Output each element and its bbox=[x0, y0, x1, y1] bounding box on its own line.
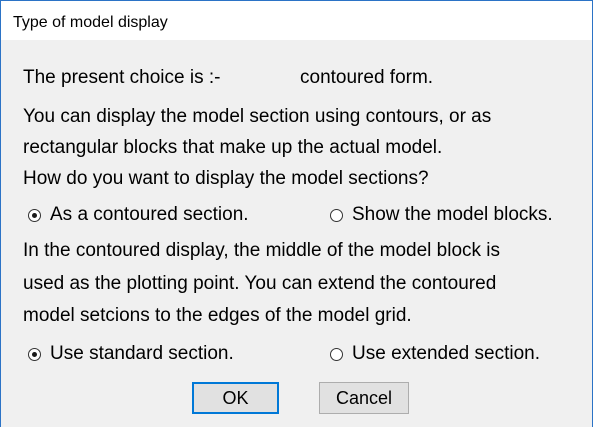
radio-extended-section[interactable]: Use extended section. bbox=[330, 343, 540, 365]
radio-standard-section[interactable]: Use standard section. bbox=[28, 343, 234, 365]
radio-label: Use standard section. bbox=[50, 343, 234, 364]
radio-checked-icon bbox=[28, 208, 41, 222]
dialog-window: Type of model display The present choice… bbox=[0, 0, 593, 427]
radio-unchecked-icon bbox=[330, 208, 343, 222]
title-bar[interactable]: Type of model display bbox=[1, 1, 592, 39]
radio-contoured-section[interactable]: As a contoured section. bbox=[28, 204, 249, 226]
radio-label: Show the model blocks. bbox=[352, 204, 553, 225]
display-question: How do you want to display the model sec… bbox=[23, 168, 429, 189]
contour-info-line-1: In the contoured display, the middle of … bbox=[23, 240, 501, 261]
present-choice-label: The present choice is :- bbox=[23, 67, 221, 88]
radio-unchecked-icon bbox=[330, 347, 343, 361]
contour-info-line-2: used as the plotting point. You can exte… bbox=[23, 273, 497, 294]
present-choice-value: contoured form. bbox=[300, 67, 434, 88]
radio-label: As a contoured section. bbox=[50, 204, 249, 225]
ok-button[interactable]: OK bbox=[192, 382, 279, 414]
description-line-2: rectangular blocks that make up the actu… bbox=[23, 137, 443, 158]
description-line-1: You can display the model section using … bbox=[23, 106, 492, 127]
ok-button-label: OK bbox=[222, 387, 249, 408]
dialog-body: The present choice is :- contoured form.… bbox=[1, 40, 592, 427]
cancel-button[interactable]: Cancel bbox=[319, 382, 409, 414]
contour-info-line-3: model setcions to the edges of the model… bbox=[23, 305, 412, 326]
radio-checked-icon bbox=[28, 347, 41, 361]
window-title: Type of model display bbox=[13, 14, 168, 31]
radio-label: Use extended section. bbox=[352, 343, 541, 364]
cancel-button-label: Cancel bbox=[335, 387, 393, 408]
radio-show-model-blocks[interactable]: Show the model blocks. bbox=[330, 204, 553, 226]
